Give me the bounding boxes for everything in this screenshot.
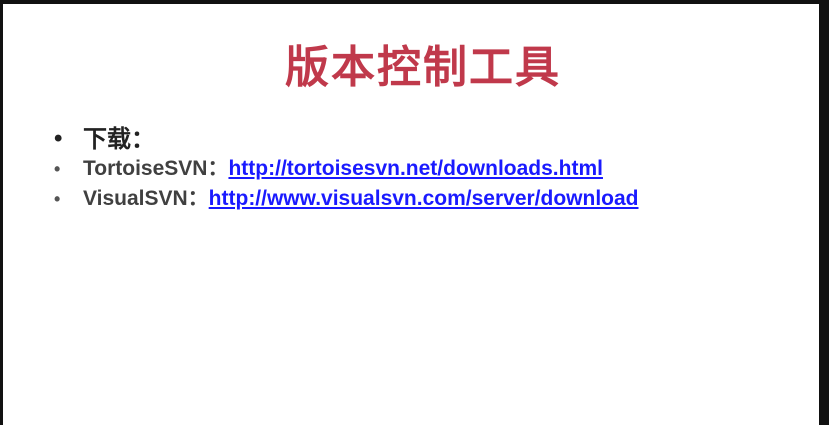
- bullet-label: VisualSVN：: [83, 187, 209, 210]
- tortoisesvn-download-link[interactable]: http://tortoisesvn.net/downloads.html: [228, 157, 603, 180]
- bullet-list: • 下载： • TortoiseSVN：http://tortoisesvn.n…: [3, 124, 819, 214]
- bullet-text: TortoiseSVN：http://tortoisesvn.net/downl…: [83, 154, 603, 184]
- bullet-dot-icon: •: [54, 125, 63, 152]
- bullet-download-heading: • 下载：: [3, 124, 819, 154]
- bullet-visualsvn: • VisualSVN：http://www.visualsvn.com/ser…: [3, 184, 819, 214]
- visualsvn-download-link[interactable]: http://www.visualsvn.com/server/download: [209, 187, 639, 210]
- bullet-tortoisesvn: • TortoiseSVN：http://tortoisesvn.net/dow…: [3, 154, 819, 184]
- slide-canvas: 版本控制工具 • 下载： • TortoiseSVN：http://tortoi…: [3, 4, 819, 425]
- slide-title: 版本控制工具: [285, 42, 561, 93]
- bullet-label: TortoiseSVN：: [83, 157, 229, 180]
- bullet-text: VisualSVN：http://www.visualsvn.com/serve…: [83, 184, 639, 214]
- window-frame: 版本控制工具 • 下载： • TortoiseSVN：http://tortoi…: [0, 0, 829, 425]
- window-edge: [819, 0, 829, 425]
- bullet-dot-icon: •: [54, 189, 61, 209]
- bullet-label: 下载：: [83, 125, 155, 153]
- bullet-dot-icon: •: [54, 159, 61, 179]
